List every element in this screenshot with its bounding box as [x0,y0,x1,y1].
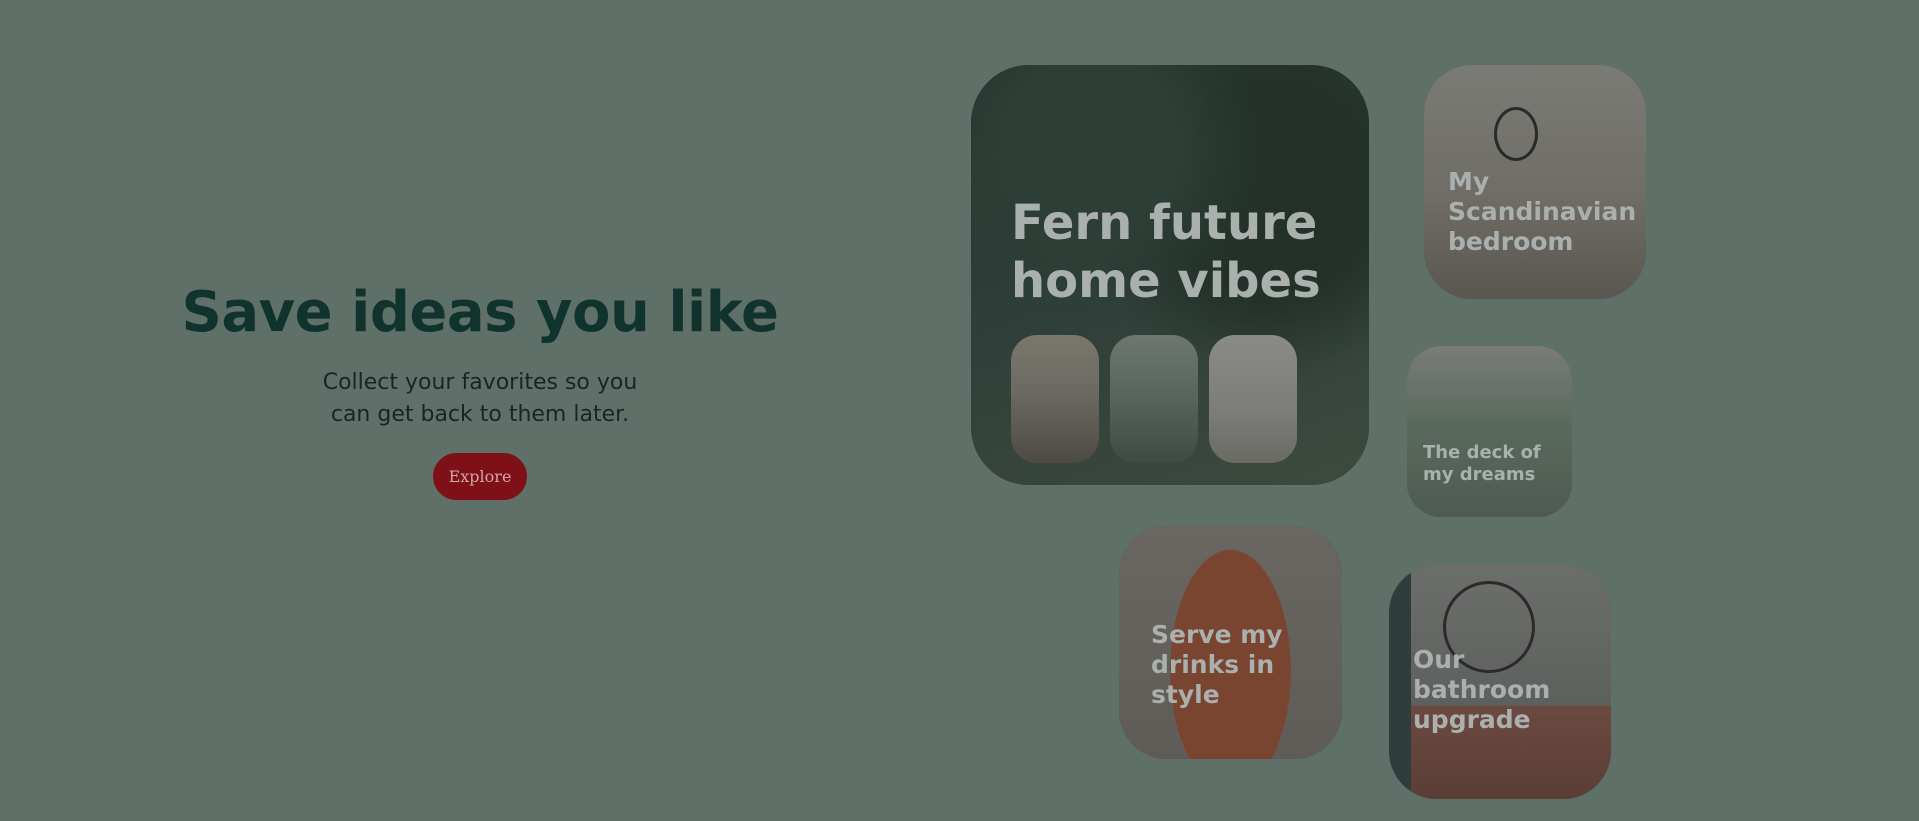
page-subtitle: Collect your favorites so you can get ba… [322,370,638,427]
board-title: Fern future home vibes [1011,195,1321,309]
board-card-deck[interactable]: The deck of my dreams [1407,346,1572,517]
hero-section: Save ideas you like Collect your favorit… [180,280,780,500]
mirror-icon [1494,107,1538,161]
board-title: Serve my drinks in style [1151,620,1283,709]
board-card-scandinavian[interactable]: My Scandinavian bedroom [1424,65,1646,299]
board-card-drinks[interactable]: Serve my drinks in style [1119,526,1342,759]
page-title: Save ideas you like [181,280,779,345]
board-thumbnail[interactable] [1209,335,1297,463]
board-thumbnail[interactable] [1011,335,1099,463]
board-title: Our bathroom upgrade [1413,645,1551,734]
board-card-bathroom[interactable]: Our bathroom upgrade [1389,565,1611,799]
board-title: The deck of my dreams [1423,442,1541,485]
board-image [1407,346,1572,517]
explore-button[interactable]: Explore [432,453,528,500]
board-card-fern[interactable]: Fern future home vibes [971,65,1369,485]
board-title: My Scandinavian bedroom [1448,167,1637,256]
board-thumbnail[interactable] [1110,335,1198,463]
